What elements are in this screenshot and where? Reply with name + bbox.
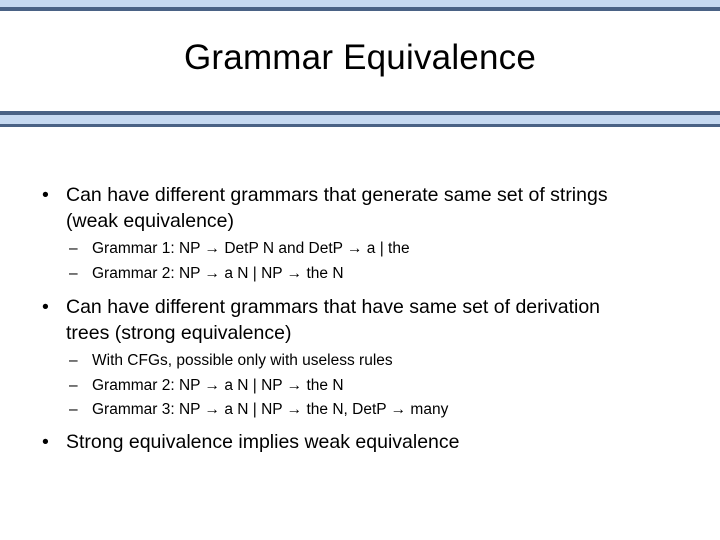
bullet-marker-icon: • xyxy=(42,430,49,453)
dash-marker-icon: – xyxy=(69,352,78,369)
bullet-item: • Can have different grammars that gener… xyxy=(0,183,720,234)
sub-bullet-item: – Grammar 3: NP → a N | NP → the N, DetP… xyxy=(0,398,720,423)
dash-marker-icon: – xyxy=(69,264,78,282)
bullet-text: Strong equivalence implies weak equivale… xyxy=(66,430,460,453)
bullet-text: Can have different grammars that have sa… xyxy=(66,296,601,344)
bullet-text: Can have different grammars that generat… xyxy=(66,184,608,232)
bullet-item: • Can have different grammars that have … xyxy=(0,295,720,346)
sub-bullet-text: Grammar 1: NP → DetP N and DetP → a | th… xyxy=(92,240,410,257)
sub-bullet-text: Grammar 3: NP → a N | NP → the N, DetP →… xyxy=(92,401,449,418)
sub-bullet-item: – With CFGs, possible only with useless … xyxy=(0,349,720,374)
dash-marker-icon: – xyxy=(69,240,78,257)
sub-bullet-item: – Grammar 1: NP → DetP N and DetP → a | … xyxy=(0,237,720,262)
dash-marker-icon: – xyxy=(69,376,78,394)
slide: Grammar Equivalence • Can have different… xyxy=(0,0,720,540)
sub-bullet-text: Grammar 2: NP → a N | NP → the N xyxy=(92,264,344,282)
title-bottom-divider xyxy=(0,111,720,127)
title-top-divider xyxy=(0,0,720,11)
sub-bullet-text: With CFGs, possible only with useless ru… xyxy=(92,352,393,369)
bullet-marker-icon: • xyxy=(42,184,49,206)
page-title: Grammar Equivalence xyxy=(184,38,536,77)
slide-body: • Can have different grammars that gener… xyxy=(0,183,720,456)
bullet-marker-icon: • xyxy=(42,296,49,318)
bullet-item: • Strong equivalence implies weak equiva… xyxy=(0,430,720,456)
sub-bullet-text: Grammar 2: NP → a N | NP → the N xyxy=(92,376,344,394)
dash-marker-icon: – xyxy=(69,401,78,418)
sub-bullet-item: – Grammar 2: NP → a N | NP → the N xyxy=(0,374,720,399)
sub-bullet-item: – Grammar 2: NP → a N | NP → the N xyxy=(0,262,720,287)
